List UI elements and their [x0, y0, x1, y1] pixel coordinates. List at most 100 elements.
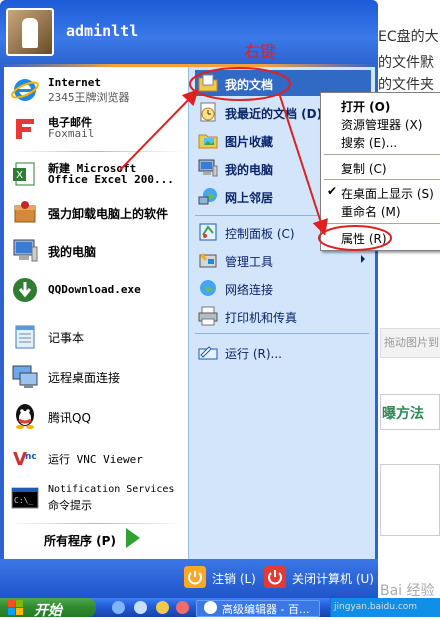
shutdown-label: 关闭计算机 (U) [292, 572, 374, 586]
separator [324, 223, 440, 224]
download-icon [13, 278, 37, 302]
right-item-label: 图片收藏 [225, 135, 274, 149]
context-item-label: 重命名 (M) [341, 205, 401, 219]
recent-item-notepad[interactable]: 记事本 [10, 319, 186, 355]
pinned-item-subtitle: 2345王牌浏览器 [48, 91, 130, 104]
printer-icon [198, 306, 218, 326]
qq-icon [16, 404, 34, 429]
network-icon [198, 188, 217, 205]
recent-item-vnc[interactable]: V nc 运行 VNC Viewer [10, 441, 186, 477]
quicklaunch-icon[interactable] [112, 601, 125, 614]
power-icon [264, 566, 286, 588]
computer-icon [13, 239, 38, 262]
recent-item-label: 记事本 [48, 331, 85, 345]
submenu-arrow-icon [361, 255, 365, 263]
user-name: adminltl [66, 22, 139, 40]
svg-text:nc: nc [25, 452, 37, 462]
recent-item-excel[interactable]: X 新建 Microsoft Office Excel 200... [10, 157, 186, 193]
user-avatar[interactable] [6, 8, 54, 56]
recent-item-notification-services[interactable]: C:\_ Notification Services 命令提示 [10, 481, 186, 517]
start-menu-left-panel: Internet 2345王牌浏览器 电子邮件 Foxmail X 新建 Mic… [4, 67, 188, 559]
right-item-label: 我的文档 [225, 78, 274, 92]
uninstall-icon [14, 201, 36, 223]
run-icon [198, 346, 218, 360]
recent-item-uninstall[interactable]: 强力卸载电脑上的软件 [10, 195, 186, 231]
context-menu: 打开 (O) 资源管理器 (X) 搜索 (E)... 复制 (C) ✔ 在桌面上… [320, 92, 440, 251]
logoff-label: 注销 (L) [212, 572, 256, 586]
recent-item-remote-desktop[interactable]: 远程桌面连接 [10, 359, 186, 395]
cmd-icon: C:\_ [11, 487, 39, 509]
context-item-search[interactable]: 搜索 (E)... [323, 132, 439, 150]
recent-item-qqdownload[interactable]: QQDownload.exe [10, 273, 186, 309]
context-item-show-on-desktop[interactable]: ✔ 在桌面上显示 (S) [323, 183, 439, 201]
recent-item-label: 远程桌面连接 [48, 371, 121, 385]
separator [195, 333, 369, 334]
context-item-label: 打开 (O) [341, 100, 391, 114]
background-box-2 [380, 464, 440, 536]
context-item-label: 搜索 (E)... [341, 136, 398, 150]
context-item-copy[interactable]: 复制 (C) [323, 158, 439, 176]
right-item-label: 管理工具 [225, 255, 274, 269]
background-green-text: 曝方法 [382, 406, 424, 422]
context-item-explorer[interactable]: 资源管理器 (X) [323, 114, 439, 132]
recent-item-subtitle: 命令提示 [48, 499, 92, 512]
separator [10, 151, 184, 152]
right-item-label: 打印机和传真 [225, 311, 298, 325]
background-text-line-1: EC盘的大 [378, 29, 439, 45]
separator [324, 179, 440, 180]
context-item-label: 复制 (C) [341, 162, 387, 176]
right-item-label: 我最近的文档 (D) [225, 107, 323, 121]
network-connections-icon [200, 280, 216, 296]
separator [324, 154, 440, 155]
all-programs-arrow-icon[interactable] [126, 528, 140, 548]
svg-text:C:\_: C:\_ [14, 496, 33, 505]
quicklaunch-icon[interactable] [134, 601, 147, 614]
right-item-run[interactable]: 运行 (R)... [195, 339, 371, 365]
pinned-item-internet[interactable]: Internet 2345王牌浏览器 [10, 73, 186, 109]
control-panel-icon [199, 223, 217, 241]
my-documents-icon [198, 74, 218, 92]
recent-item-qq[interactable]: 腾讯QQ [10, 399, 186, 435]
pictures-icon [198, 134, 218, 149]
vnc-icon: V nc [12, 447, 38, 470]
excel-icon: X [13, 162, 35, 186]
pinned-item-title: Internet [48, 76, 101, 89]
all-programs-label[interactable]: 所有程序 (P) [44, 532, 116, 549]
context-item-properties[interactable]: 属性 (R) [323, 228, 439, 246]
recent-item-label: 运行 VNC Viewer [48, 453, 143, 466]
notepad-icon [15, 325, 35, 349]
recent-item-title: Notification Services [48, 484, 175, 495]
context-item-label: 资源管理器 (X) [341, 118, 423, 132]
remote-desktop-icon [12, 365, 38, 388]
right-item-label: 控制面板 (C) [225, 227, 295, 241]
browser-icon [204, 601, 217, 614]
pinned-item-subtitle: Foxmail [48, 127, 95, 140]
annotation-label: 右键 [244, 42, 277, 61]
foxmail-icon [16, 119, 34, 139]
quicklaunch-icon[interactable] [156, 601, 169, 614]
admin-tools-icon [199, 253, 217, 268]
windows-logo-icon [8, 600, 23, 615]
recent-item-my-computer[interactable]: 我的电脑 [10, 233, 186, 269]
recent-docs-icon [200, 102, 216, 122]
logoff-icon [184, 566, 206, 588]
background-text-line-2: 的文件默 [378, 55, 434, 71]
background-drop-text: 拖动图片到 [384, 336, 439, 349]
start-menu: adminltl Internet 2345王牌浏览器 电子邮件 Foxmail [0, 0, 378, 598]
my-computer-icon [198, 159, 218, 177]
checkmark-icon: ✔ [327, 184, 338, 198]
quicklaunch-icon[interactable] [176, 601, 189, 614]
right-item-label: 运行 (R)... [225, 347, 282, 361]
watermark-subtitle: jingyan.baidu.com [334, 602, 418, 612]
start-menu-header: adminltl [0, 0, 378, 64]
start-button-label: 开始 [34, 603, 62, 619]
right-item-label: 我的电脑 [225, 163, 274, 177]
right-item-printers[interactable]: 打印机和传真 [195, 303, 371, 329]
watermark: Bai 经验 [380, 583, 435, 599]
context-item-label: 在桌面上显示 (S) [341, 187, 434, 201]
pinned-item-email[interactable]: 电子邮件 Foxmail [10, 111, 186, 147]
right-item-network-connections[interactable]: 网络连接 [195, 275, 371, 301]
context-item-rename[interactable]: 重命名 (M) [323, 201, 439, 219]
recent-item-label: 腾讯QQ [48, 411, 91, 425]
context-item-open[interactable]: 打开 (O) [323, 96, 439, 114]
